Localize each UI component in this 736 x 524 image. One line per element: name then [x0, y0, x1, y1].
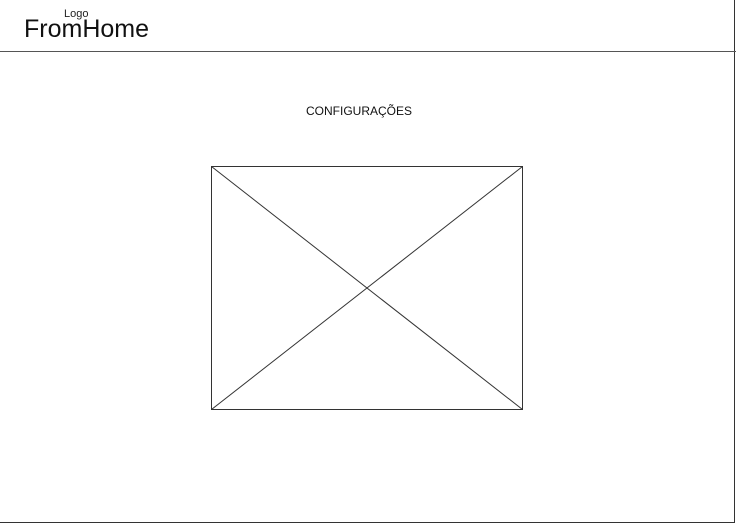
- image-placeholder-icon: [211, 166, 523, 410]
- logo[interactable]: FromHome: [24, 14, 149, 44]
- top-header: Logo FromHome: [0, 0, 736, 52]
- page-title: CONFIGURAÇÕES: [305, 104, 412, 118]
- image-placeholder: [211, 166, 523, 410]
